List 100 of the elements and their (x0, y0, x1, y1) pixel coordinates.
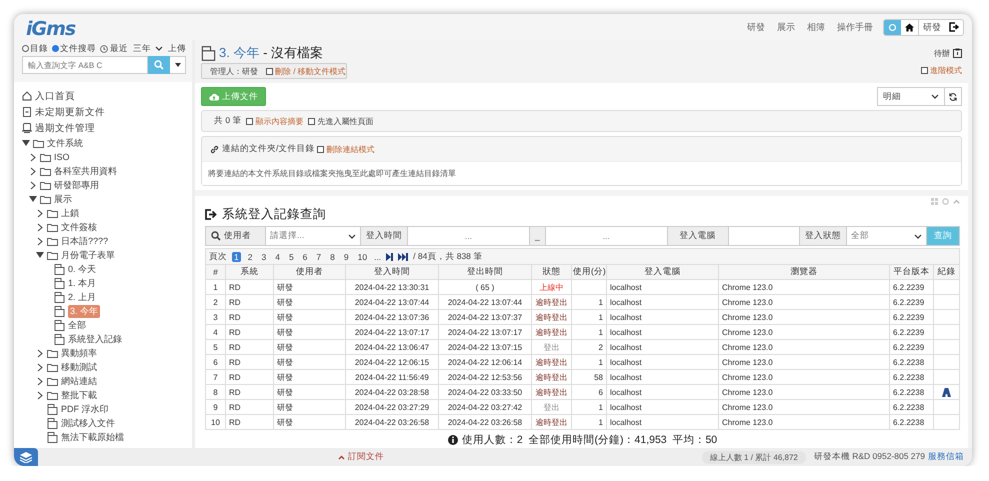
page-summary: / 84頁，共 838 筆 (413, 250, 482, 262)
chevron-right-icon[interactable] (30, 180, 36, 190)
tree-item[interactable]: 整批下載 (61, 388, 97, 402)
table-cell: 登出 (532, 400, 572, 414)
chevron-right-icon[interactable] (30, 152, 36, 162)
delete-link-mode-toggle[interactable]: 刪除連結模式 (317, 144, 374, 154)
sidebar-link[interactable]: 過期文件管理 (35, 122, 95, 134)
tree-item[interactable]: 2. 上月 (68, 290, 96, 304)
chevron-right-icon[interactable] (37, 362, 43, 372)
table-cell: 1 (572, 414, 606, 430)
tree-item[interactable]: 展示 (54, 192, 72, 206)
tree-item[interactable]: 全部 (68, 318, 86, 332)
chevron-right-icon[interactable] (37, 348, 43, 358)
table-cell: 1 (572, 400, 606, 414)
expanded-triangle-icon[interactable] (36, 252, 44, 258)
tree-item[interactable]: ISO (54, 152, 70, 162)
table-cell: Chrome 123.0 (718, 354, 890, 370)
expanded-triangle-icon[interactable] (22, 140, 30, 146)
upload-link[interactable]: 上傳 (168, 42, 186, 54)
tree-item[interactable]: 系統登入記錄 (68, 332, 122, 346)
user-filter-label: 使用者 (206, 227, 266, 245)
page-link[interactable]: 6 (300, 252, 310, 262)
tree-item[interactable]: 上鎖 (61, 206, 79, 220)
chevron-right-icon[interactable] (37, 390, 43, 400)
tree-item[interactable]: 1. 本月 (68, 276, 96, 290)
page-link[interactable]: 7 (314, 252, 324, 262)
links-panel-title: 連結的文件夾/文件目錄 (222, 143, 314, 155)
search-field[interactable]: 輸入查詢文字 A&B C (22, 56, 148, 74)
view-select[interactable]: 明細 (877, 87, 945, 106)
page-link[interactable]: 4 (273, 252, 282, 262)
nav-link[interactable]: 相簿 (807, 20, 825, 34)
option-toggle[interactable]: 先進入屬性頁面 (308, 116, 374, 126)
table-cell: RD (226, 280, 274, 294)
tree-item[interactable]: 月份電子表單 (61, 248, 115, 262)
chevron-right-icon[interactable] (30, 166, 36, 176)
table-cell: Chrome 123.0 (718, 384, 890, 400)
table-cell: RD (226, 354, 274, 370)
last-page-icon[interactable] (398, 252, 408, 260)
page-link[interactable]: 9 (342, 252, 351, 262)
next-page-icon[interactable] (386, 252, 394, 260)
table-cell: ( 65 ) (438, 280, 532, 294)
table-cell: Chrome 123.0 (718, 414, 890, 430)
chevron-right-icon[interactable] (37, 236, 43, 246)
nav-link[interactable]: 操作手冊 (837, 20, 873, 34)
search-icon (154, 60, 164, 70)
folder-icon (33, 138, 44, 148)
tree-item[interactable]: 移動測試 (61, 360, 97, 374)
option-toggle[interactable]: 顯示內容摘要 (246, 116, 304, 126)
time-to-field[interactable]: ... (546, 227, 668, 245)
search-mode-radio[interactable]: 文件搜尋 (52, 42, 96, 54)
computer-field[interactable] (728, 227, 800, 245)
tree-item[interactable]: 測試移入文件 (61, 416, 115, 430)
chevron-right-icon[interactable] (37, 222, 43, 232)
page-link[interactable]: 8 (328, 252, 337, 262)
status-filter-label: 登入狀態 (800, 227, 847, 245)
tree-item[interactable]: PDF 浮水印 (61, 402, 109, 416)
chevron-right-icon[interactable] (37, 208, 43, 218)
page-link[interactable]: 5 (286, 252, 296, 262)
delete-move-mode-toggle[interactable]: 刪除 / 移動文件模式 (266, 64, 346, 78)
chevron-right-icon[interactable] (37, 376, 43, 386)
section-title: 系統登入記錄查詢 (222, 206, 326, 222)
dropdown-button[interactable] (170, 56, 186, 74)
tree-item[interactable]: 0. 今天 (68, 262, 96, 276)
sidebar-link[interactable]: 入口首頁 (35, 90, 75, 102)
tree-item[interactable]: 各科室共用資料 (54, 164, 117, 178)
page-link[interactable]: 10 (356, 252, 370, 262)
column-header: 使用者 (274, 264, 346, 280)
checkbox[interactable] (921, 67, 928, 74)
todo-link[interactable]: 待辦 (934, 48, 950, 58)
layers-button[interactable] (14, 448, 38, 466)
checkbox[interactable] (246, 118, 254, 124)
advanced-mode-toggle[interactable]: 進階模式 (921, 65, 962, 76)
road-icon[interactable] (942, 388, 951, 396)
table-cell: 上線中 (532, 280, 572, 294)
table-cell: 7 (206, 370, 226, 384)
tree-item[interactable]: 異動頻率 (61, 346, 97, 360)
nav-link[interactable]: 展示 (777, 20, 795, 34)
online-count: 線上人數 1 / 累計 46,872 (702, 450, 806, 464)
range-dropdown[interactable]: 三年 (133, 42, 151, 54)
checkbox[interactable] (266, 68, 273, 74)
mail-link[interactable]: 服務信箱 (928, 451, 964, 463)
tree-item[interactable]: 研發部專用 (54, 178, 99, 192)
page-link[interactable]: 3 (259, 252, 268, 262)
tree-item[interactable]: 網站連結 (61, 374, 97, 388)
tree-item[interactable]: 日本語???? (61, 234, 108, 248)
checkbox[interactable] (317, 146, 324, 152)
page-link[interactable]: 2 (246, 252, 254, 262)
page-link[interactable]: 1 (232, 252, 241, 262)
search-mode-radio[interactable]: 目錄 (22, 42, 48, 54)
tree-item[interactable]: 文件簽核 (61, 220, 97, 234)
tree-item[interactable]: 無法下載原始檔 (61, 430, 124, 444)
table-cell: 逾時登出 (532, 310, 572, 324)
table-cell: 5 (206, 340, 226, 354)
nav-link[interactable]: 研發 (747, 20, 765, 34)
checkbox[interactable] (308, 118, 316, 124)
refresh-button[interactable] (945, 87, 962, 106)
subscribe-link[interactable]: 訂閱文件 (338, 451, 384, 463)
tree-item[interactable]: 文件系統 (47, 136, 83, 150)
expanded-triangle-icon[interactable] (29, 196, 37, 202)
sidebar-link[interactable]: 未定期更新文件 (35, 106, 105, 118)
